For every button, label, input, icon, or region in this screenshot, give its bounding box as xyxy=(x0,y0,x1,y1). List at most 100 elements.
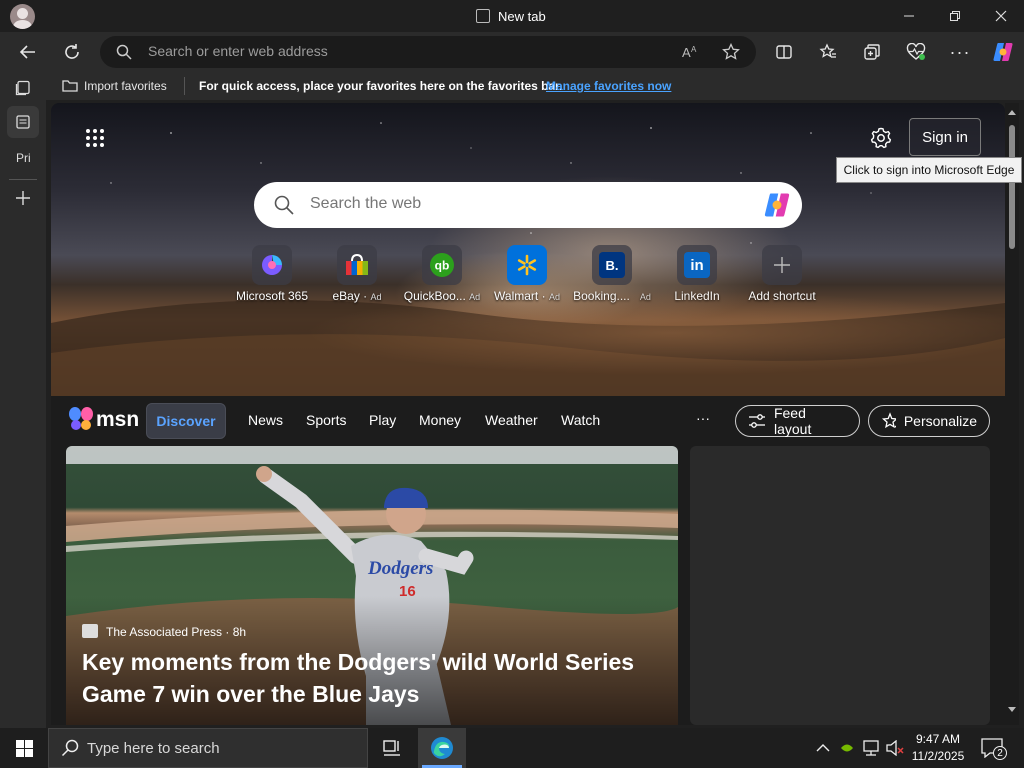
tab-money[interactable]: Money xyxy=(419,412,461,428)
refresh-icon xyxy=(65,44,79,59)
personalize-button[interactable]: Personalize xyxy=(868,405,990,437)
headline-card[interactable]: Dodgers 16 The Associated Press · 8h Key… xyxy=(66,446,678,725)
headline-title[interactable]: Key moments from the Dodgers' wild World… xyxy=(82,646,662,710)
tab-play[interactable]: Play xyxy=(369,412,396,428)
feed-layout-button[interactable]: Feed layout xyxy=(735,405,860,437)
microsoft-365-icon xyxy=(252,245,292,285)
refresh-button[interactable] xyxy=(57,38,87,66)
split-screen-button[interactable] xyxy=(769,38,799,66)
tab-news[interactable]: News xyxy=(248,412,283,428)
favorites-button[interactable] xyxy=(813,38,843,66)
new-tab-plus-icon[interactable] xyxy=(15,190,31,206)
split-screen-icon xyxy=(776,45,792,59)
nvidia-tray-icon[interactable] xyxy=(840,741,854,755)
web-search-input[interactable] xyxy=(310,195,730,213)
taskbar-search-input[interactable] xyxy=(87,739,347,757)
manage-favorites-link[interactable]: Manage favorites now xyxy=(546,79,671,93)
favorites-hint: For quick access, place your favorites h… xyxy=(199,79,563,93)
feed-layout-label: Feed layout xyxy=(773,405,812,437)
network-icon[interactable] xyxy=(862,740,880,756)
tab-title: New tab xyxy=(498,8,546,24)
personalize-star-icon xyxy=(881,412,896,429)
more-tabs-button[interactable]: ··· xyxy=(696,410,710,426)
back-button[interactable] xyxy=(13,38,43,66)
vertical-tabs-sidebar: Pri xyxy=(0,72,46,728)
windows-start-icon[interactable] xyxy=(16,740,33,757)
shortcut-label: LinkedIn xyxy=(674,289,720,303)
sidebar-tab-newtab[interactable] xyxy=(7,106,39,138)
close-button[interactable] xyxy=(978,0,1024,32)
walmart-spark-icon xyxy=(507,245,547,285)
scroll-thumb[interactable] xyxy=(1009,125,1015,249)
page-scrollbar[interactable] xyxy=(1005,103,1019,725)
windows-taskbar: 9:47 AM 11/2/2025 2 xyxy=(0,728,1024,768)
show-hidden-icons-chevron-icon[interactable] xyxy=(816,743,830,753)
sign-in-button[interactable]: Sign in xyxy=(909,118,981,156)
shortcut-walmart[interactable]: Walmart · Ad xyxy=(487,245,567,309)
svg-text:A: A xyxy=(691,45,697,54)
taskbar-edge-app[interactable] xyxy=(418,728,466,768)
title-bar: New tab xyxy=(0,0,1024,32)
svg-text:Dodgers: Dodgers xyxy=(367,558,433,579)
collections-button[interactable] xyxy=(857,38,887,66)
tab-weather[interactable]: Weather xyxy=(485,412,538,428)
minimize-button[interactable] xyxy=(886,0,932,32)
shortcut-label: Microsoft 365 xyxy=(235,289,309,303)
apps-grid-icon[interactable] xyxy=(85,128,105,148)
taskbar-search-box[interactable] xyxy=(48,728,368,768)
shortcut-linkedin[interactable]: in LinkedIn xyxy=(657,245,737,309)
address-bar[interactable]: AA xyxy=(100,36,756,68)
shortcut-ebay[interactable]: eBay · Ad xyxy=(317,245,397,309)
shortcut-microsoft-365[interactable]: Microsoft 365 xyxy=(232,245,312,309)
shortcut-booking[interactable]: B. Booking.... Ad xyxy=(572,245,652,309)
search-icon xyxy=(116,44,132,60)
import-favorites-button[interactable]: Import favorites xyxy=(84,79,167,93)
import-favorites-icon xyxy=(62,80,78,92)
clock-time: 9:47 AM xyxy=(915,732,961,746)
add-shortcut-button[interactable]: Add shortcut xyxy=(742,245,822,309)
svg-text:A: A xyxy=(682,45,691,60)
web-search-box[interactable] xyxy=(254,182,802,228)
msn-nav-bar: msn Discover News Sports Play Money Weat… xyxy=(51,396,1005,446)
scroll-down-icon[interactable] xyxy=(1008,707,1016,713)
search-icon xyxy=(61,739,79,757)
favbar-divider xyxy=(184,77,185,95)
settings-more-button[interactable]: ··· xyxy=(945,38,975,66)
new-tab-page: Sign in Microsoft 365 eBay · Ad xyxy=(51,103,1005,725)
browser-toolbar: AA ··· xyxy=(0,32,1024,72)
favorites-bar: Import favorites For quick access, place… xyxy=(0,72,1024,100)
tab-sports[interactable]: Sports xyxy=(306,412,346,428)
msn-logo[interactable]: msn xyxy=(96,408,139,432)
notification-count-badge: 2 xyxy=(993,746,1007,760)
favorites-list-icon xyxy=(819,43,836,58)
restore-icon xyxy=(950,11,960,21)
copilot-button[interactable] xyxy=(988,38,1018,66)
tab-discover[interactable]: Discover xyxy=(146,403,226,439)
clock-date: 11/2/2025 xyxy=(911,749,965,763)
msn-butterfly-icon[interactable] xyxy=(68,406,94,432)
search-icon xyxy=(274,195,294,215)
browser-essentials-button[interactable] xyxy=(901,38,931,66)
heart-pulse-icon xyxy=(906,43,926,60)
tab-watch[interactable]: Watch xyxy=(561,412,600,428)
tab[interactable]: New tab xyxy=(476,8,546,24)
notifications-button[interactable]: 2 xyxy=(981,738,1007,760)
volume-muted-icon[interactable] xyxy=(886,740,904,756)
shortcut-quickbooks[interactable]: qb QuickBoo... Ad xyxy=(402,245,482,309)
close-icon xyxy=(995,10,1007,22)
task-view-icon[interactable] xyxy=(383,739,401,757)
star-favorite-icon[interactable] xyxy=(722,43,740,61)
sliders-icon xyxy=(749,414,765,428)
personalize-label: Personalize xyxy=(903,413,977,429)
page-settings-gear-icon[interactable] xyxy=(870,127,892,149)
address-input[interactable] xyxy=(148,43,668,59)
scroll-up-icon[interactable] xyxy=(1008,109,1016,115)
system-clock[interactable]: 9:47 AM 11/2/2025 xyxy=(906,731,970,765)
copilot-icon xyxy=(993,43,1013,61)
read-aloud-icon[interactable]: AA xyxy=(682,44,700,60)
profile-avatar[interactable] xyxy=(10,4,35,29)
copilot-search-icon[interactable] xyxy=(762,191,792,219)
tab-actions-icon[interactable] xyxy=(15,80,31,96)
restore-button[interactable] xyxy=(932,0,978,32)
more-dots-icon: ··· xyxy=(949,41,971,62)
